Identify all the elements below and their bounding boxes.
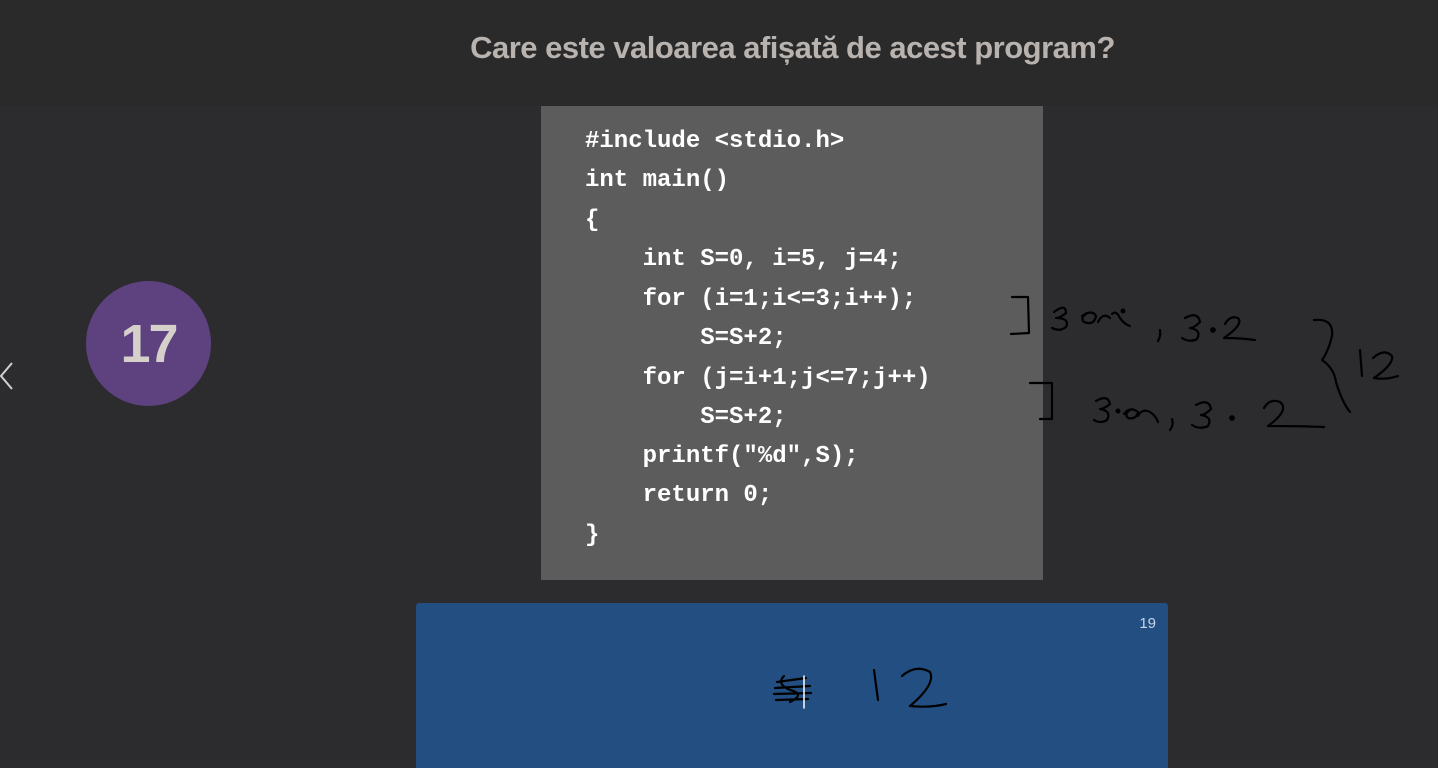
ink-scribble xyxy=(1180,314,1202,342)
chevron-left-icon xyxy=(0,362,13,390)
code-line: S=S+2; xyxy=(585,404,787,431)
code-line: } xyxy=(585,522,600,549)
ink-scribble xyxy=(1092,397,1112,424)
ink-scribble xyxy=(1168,417,1174,432)
previous-button[interactable] xyxy=(0,356,20,396)
ink-brace xyxy=(1312,318,1352,414)
code-line: int main() xyxy=(585,167,730,194)
ink-scribble xyxy=(1156,328,1162,343)
answer-count: 19 xyxy=(1139,615,1156,632)
ink-dot xyxy=(1120,308,1126,314)
code-line: return 0; xyxy=(585,482,773,509)
question-title: Care este valoarea afișată de acest prog… xyxy=(470,30,1115,65)
quiz-page: Care este valoarea afișată de acest prog… xyxy=(0,0,1438,768)
ink-scribble xyxy=(1122,408,1160,424)
question-header: Care este valoarea afișată de acest prog… xyxy=(0,0,1438,106)
ink-dot xyxy=(1229,415,1235,421)
code-image: #include <stdio.h> int main() { int S=0,… xyxy=(541,106,1043,580)
ink-scribble xyxy=(1080,311,1098,325)
code-line: printf("%d",S); xyxy=(585,443,859,470)
ink-scribble xyxy=(1371,351,1400,380)
ink-scribble xyxy=(1096,311,1132,328)
answer-card[interactable]: 19 xyxy=(416,603,1168,768)
ink-dot xyxy=(1210,327,1216,333)
ink-dot xyxy=(1115,408,1121,414)
code-line: { xyxy=(585,207,600,234)
ink-scribble xyxy=(1222,316,1257,342)
code-line: for (i=1;i<=3;i++); xyxy=(585,286,917,313)
ink-scribble xyxy=(1358,348,1364,378)
ink-scribble xyxy=(1262,399,1326,429)
code-line: int S=0, i=5, j=4; xyxy=(585,246,902,273)
ink-scribble xyxy=(1190,401,1213,429)
code-line: for (j=i+1;j<=7;j++) xyxy=(585,365,931,392)
ink-scribble xyxy=(1050,306,1068,331)
question-number: 17 xyxy=(120,313,178,374)
question-number-badge: 17 xyxy=(86,281,211,406)
code-line: #include <stdio.h> xyxy=(585,128,845,155)
code-line: S=S+2; xyxy=(585,325,787,352)
